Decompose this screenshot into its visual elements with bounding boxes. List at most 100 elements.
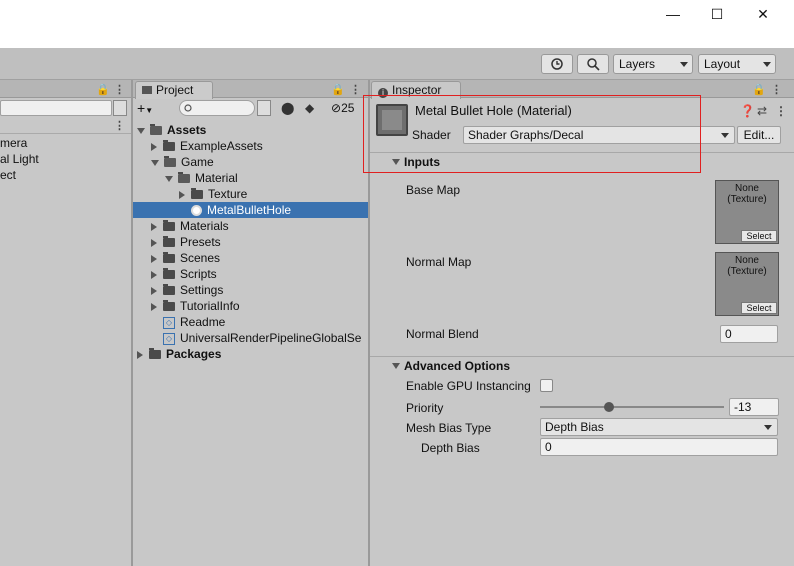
inputs-section-header[interactable]: Inputs (370, 152, 794, 170)
folder-icon (191, 188, 203, 200)
layers-dropdown[interactable]: Layers (613, 54, 693, 74)
gpu-instancing-checkbox[interactable] (540, 379, 553, 392)
tree-item-scripts[interactable]: Scripts (151, 266, 217, 282)
mesh-bias-type-dropdown[interactable]: Depth Bias (540, 418, 778, 436)
normal-map-texture-slot[interactable]: None (Texture) Select (715, 252, 779, 316)
base-map-texture-slot[interactable]: None (Texture) Select (715, 180, 779, 244)
expand-arrow-icon[interactable] (151, 286, 157, 295)
folder-icon (163, 252, 175, 264)
tree-item-presets[interactable]: Presets (151, 234, 221, 250)
tree-item-packages[interactable]: Packages (137, 346, 221, 362)
close-button[interactable]: ✕ (740, 0, 786, 28)
minimize-button[interactable]: — (650, 0, 696, 28)
expand-arrow-icon[interactable] (179, 190, 185, 199)
folder-icon (163, 268, 175, 280)
folder-icon (163, 284, 175, 296)
create-button[interactable]: +▼ (137, 100, 165, 116)
tab-inspector[interactable]: i Inspector (371, 81, 461, 99)
tree-item-texture[interactable]: Texture (179, 186, 247, 202)
history-button[interactable] (541, 54, 573, 74)
inspector-panel: i Inspector 🔒 ⋮ Metal Bullet Hole (Materi… (370, 80, 794, 566)
filter-by-type-icon[interactable]: ⬤ (281, 101, 294, 115)
tree-item-label: Presets (180, 235, 221, 249)
tree-item-game[interactable]: Game (151, 154, 214, 170)
shader-dropdown[interactable]: Shader Graphs/Decal (463, 126, 735, 144)
expand-arrow-icon[interactable] (151, 270, 157, 279)
normal-map-select-button[interactable]: Select (741, 302, 777, 314)
folder-icon (163, 140, 175, 152)
filter-by-label-icon[interactable]: ◆ (305, 101, 314, 115)
expand-arrow-icon[interactable] (151, 254, 157, 263)
tree-item-scenes[interactable]: Scenes (151, 250, 220, 266)
normal-map-label: Normal Map (406, 255, 472, 269)
priority-slider-handle[interactable] (604, 402, 614, 412)
tree-item-label: ExampleAssets (180, 139, 263, 153)
search-icon (587, 58, 600, 71)
expand-arrow-icon[interactable] (137, 127, 145, 134)
tree-item-assets[interactable]: Assets (137, 122, 206, 138)
search-button[interactable] (577, 54, 609, 74)
scriptable-object-icon: ◇ (163, 332, 175, 345)
depth-bias-field[interactable]: 0 (540, 438, 778, 456)
tree-item-settings[interactable]: Settings (151, 282, 223, 298)
maximize-button[interactable]: ☐ (694, 0, 740, 28)
hierarchy-item[interactable]: mera (0, 135, 27, 151)
expand-arrow-icon (392, 363, 400, 369)
priority-field[interactable]: -13 (729, 398, 779, 416)
tree-item-label: Scripts (180, 267, 217, 281)
expand-arrow-icon[interactable] (165, 175, 173, 182)
advanced-options-label: Advanced Options (404, 359, 511, 373)
normal-blend-field[interactable]: 0 (720, 325, 778, 343)
preset-settings-icon[interactable]: ⇄ (757, 104, 767, 118)
kebab-menu-icon[interactable]: ⋮ (114, 119, 125, 132)
lock-icon[interactable]: 🔒 (331, 83, 345, 96)
hierarchy-search-input[interactable] (0, 100, 112, 116)
folder-icon (163, 236, 175, 248)
hierarchy-item-label: mera (0, 136, 28, 150)
tree-item-tutorialinfo[interactable]: TutorialInfo (151, 298, 240, 314)
kebab-menu-icon[interactable]: ⋮ (775, 104, 787, 118)
folder-icon (150, 124, 162, 136)
tree-item-urp-global-settings[interactable]: ◇ UniversalRenderPipelineGlobalSe (163, 330, 361, 346)
hidden-packages-toggle[interactable]: ⊘25 (331, 100, 354, 116)
tree-item-label: Settings (180, 283, 224, 297)
expand-arrow-icon[interactable] (151, 159, 159, 166)
project-search-input[interactable] (179, 100, 255, 116)
lock-icon[interactable]: 🔒 (752, 83, 766, 96)
depth-bias-label: Depth Bias (421, 441, 480, 455)
tree-item-exampleassets[interactable]: ExampleAssets (151, 138, 263, 154)
texture-none-label: None (735, 255, 759, 266)
priority-slider-track[interactable] (540, 406, 724, 408)
search-filter-icon[interactable] (257, 100, 271, 116)
tree-item-readme[interactable]: ◇ Readme (163, 314, 225, 330)
layout-dropdown[interactable]: Layout (698, 54, 776, 74)
search-filter-icon[interactable] (113, 100, 127, 116)
tree-item-materials[interactable]: Materials (151, 218, 229, 234)
expand-arrow-icon[interactable] (151, 302, 157, 311)
texture-type-label: (Texture) (727, 266, 767, 277)
normal-blend-label: Normal Blend (406, 327, 479, 341)
tree-item-label: Scenes (180, 251, 221, 265)
hierarchy-item-label: al Light (0, 152, 39, 166)
hidden-count: 25 (341, 101, 355, 115)
hierarchy-item[interactable]: ect (0, 167, 16, 183)
expand-arrow-icon[interactable] (151, 238, 157, 247)
expand-arrow-icon[interactable] (151, 222, 157, 231)
help-icon[interactable]: ❓ (740, 104, 755, 118)
tree-item-metalbullethole[interactable]: MetalBulletHole (133, 202, 368, 218)
folder-icon (163, 300, 175, 312)
expand-arrow-icon[interactable] (137, 350, 143, 359)
chevron-down-icon (763, 62, 771, 67)
kebab-menu-icon[interactable]: ⋮ (350, 83, 361, 96)
advanced-options-section-header[interactable]: Advanced Options (370, 356, 794, 374)
hierarchy-item[interactable]: al Light (0, 151, 39, 167)
kebab-menu-icon[interactable]: ⋮ (114, 83, 125, 96)
expand-arrow-icon[interactable] (151, 142, 157, 151)
tab-project[interactable]: Project (135, 81, 213, 99)
edit-shader-button[interactable]: Edit... (737, 126, 781, 144)
base-map-select-button[interactable]: Select (741, 230, 777, 242)
tree-item-label: Assets (167, 123, 207, 137)
lock-icon[interactable]: 🔒 (96, 83, 110, 96)
tree-item-material[interactable]: Material (165, 170, 238, 186)
kebab-menu-icon[interactable]: ⋮ (771, 83, 782, 96)
